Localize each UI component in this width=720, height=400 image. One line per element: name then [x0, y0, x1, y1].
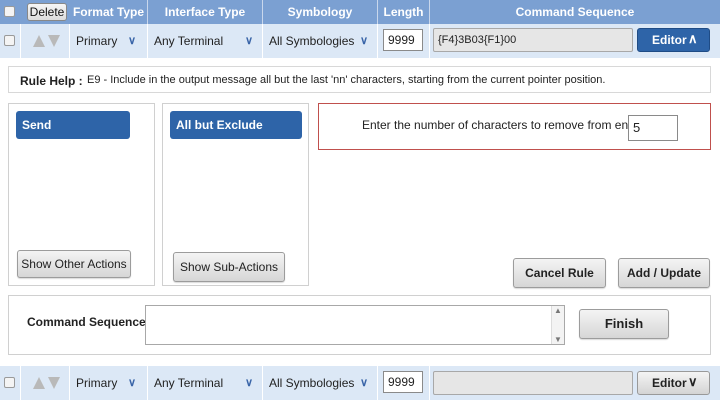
chevron-down-icon: ∨ — [688, 374, 698, 389]
editor-button[interactable]: Editor ∧ — [637, 28, 710, 52]
command-sequence-field[interactable] — [433, 371, 633, 395]
column-command-sequence: Command Sequence — [515, 5, 635, 19]
sub-actions-panel: All but Exclude Show Sub-Actions — [162, 103, 309, 286]
cancel-rule-button[interactable]: Cancel Rule — [513, 258, 606, 288]
format-type-value: Primary — [76, 376, 118, 390]
finish-button[interactable]: Finish — [579, 309, 669, 339]
action-item-send[interactable]: Send — [16, 111, 130, 139]
arrow-down-icon[interactable] — [48, 377, 60, 389]
interface-type-value: Any Terminal — [154, 376, 224, 390]
chevron-down-icon: ∨ — [128, 35, 137, 47]
chevron-down-icon: ∨ — [128, 377, 137, 389]
scroll-down-icon[interactable]: ▼ — [554, 335, 562, 344]
column-length: Length — [378, 0, 430, 24]
parameter-box: Enter the number of characters to remove… — [318, 103, 711, 150]
sub-action-item-all-but-exclude[interactable]: All but Exclude — [170, 111, 302, 139]
delete-button[interactable]: Delete — [27, 3, 67, 21]
show-sub-actions-button[interactable]: Show Sub-Actions — [173, 252, 285, 282]
column-symbology: Symbology — [263, 0, 378, 24]
editor-label: Editor — [652, 376, 687, 390]
chevron-down-icon: ∨ — [360, 377, 369, 389]
length-input[interactable]: 9999 — [383, 29, 423, 51]
column-interface-type: Interface Type — [148, 0, 263, 24]
command-sequence-field[interactable]: {F4}3B03{F1}00 — [433, 28, 633, 52]
rule-help-text: E9 - Include in the output message all b… — [87, 74, 606, 86]
row-checkbox[interactable] — [4, 377, 15, 388]
add-update-button[interactable]: Add / Update — [618, 258, 710, 288]
arrow-up-icon[interactable] — [33, 35, 45, 47]
chevron-down-icon: ∨ — [245, 35, 254, 47]
rule-help-bar: Rule Help : E9 - Include in the output m… — [8, 66, 711, 93]
editor-button[interactable]: Editor ∨ — [637, 371, 710, 395]
command-sequence-textarea[interactable]: ▲ ▼ — [145, 305, 565, 345]
format-type-value: Primary — [76, 34, 118, 48]
table-row: Primary ∨ Any Terminal ∨ All Symbologies… — [0, 24, 720, 58]
scroll-up-icon[interactable]: ▲ — [554, 306, 562, 315]
select-all-checkbox[interactable] — [4, 6, 15, 17]
row-checkbox[interactable] — [4, 35, 15, 46]
show-other-actions-button[interactable]: Show Other Actions — [17, 250, 131, 278]
command-sequence-label: Command Sequence — [27, 315, 146, 329]
rule-help-label: Rule Help : — [20, 74, 83, 88]
length-input[interactable]: 9999 — [383, 371, 423, 393]
symbology-value: All Symbologies — [269, 34, 355, 48]
table-row: Primary ∨ Any Terminal ∨ All Symbologies… — [0, 366, 720, 400]
textarea-scrollbar[interactable]: ▲ ▼ — [551, 306, 564, 344]
symbology-value: All Symbologies — [269, 376, 355, 390]
interface-type-value: Any Terminal — [154, 34, 224, 48]
arrow-up-icon[interactable] — [33, 377, 45, 389]
arrow-down-icon[interactable] — [48, 35, 60, 47]
editor-label: Editor — [652, 33, 687, 47]
actions-panel: Send Show Other Actions — [8, 103, 155, 286]
table-header: Delete Format Type Interface Type Symbol… — [0, 0, 720, 24]
column-format-type: Format Type — [70, 0, 148, 24]
chevron-up-icon: ∧ — [688, 31, 698, 46]
chevron-down-icon: ∨ — [360, 35, 369, 47]
characters-to-remove-input[interactable]: 5 — [628, 115, 678, 141]
parameter-prompt: Enter the number of characters to remove… — [362, 118, 635, 132]
command-sequence-panel: Command Sequence ▲ ▼ Finish — [8, 295, 711, 355]
chevron-down-icon: ∨ — [245, 377, 254, 389]
